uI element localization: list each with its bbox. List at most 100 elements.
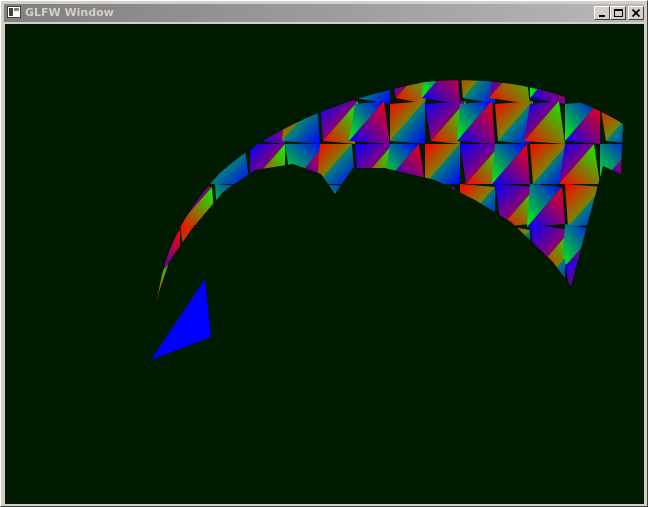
mesh-triangle (279, 230, 320, 270)
mesh-triangle (285, 258, 323, 298)
mesh-triangle (460, 258, 498, 298)
mesh-triangle (597, 258, 623, 298)
mesh-triangle (174, 101, 209, 141)
mesh-triangle (463, 258, 498, 302)
mesh-triangle (247, 80, 285, 104)
mesh-triangle (157, 80, 180, 104)
mesh-triangle (597, 258, 623, 302)
mesh-triangle (180, 144, 218, 184)
mesh-triangle (565, 80, 606, 98)
mesh-triangle (454, 230, 495, 270)
close-button[interactable] (628, 6, 644, 20)
mesh-triangle (489, 80, 530, 104)
mesh-triangle (212, 224, 247, 270)
mesh-triangle (215, 80, 256, 98)
mesh-triangle (530, 80, 565, 104)
mesh-triangle (489, 258, 530, 302)
mesh-triangle (221, 80, 256, 104)
mesh-triangle (594, 184, 623, 227)
mesh-triangle (174, 101, 215, 144)
mesh-triangle (215, 101, 250, 144)
mesh-triangle (495, 230, 530, 270)
mesh-triangle (285, 187, 320, 227)
mesh-triangle (571, 80, 606, 104)
mesh-triangle (597, 80, 623, 98)
opengl-viewport[interactable] (5, 24, 644, 504)
mesh-triangle (454, 224, 489, 270)
mesh-triangle (387, 224, 422, 270)
maximize-button[interactable] (610, 6, 626, 20)
window-title: GLFW Window (25, 6, 114, 19)
mesh-triangle (157, 230, 180, 270)
mesh-triangle (352, 187, 390, 227)
mesh-triangle (352, 184, 387, 227)
mesh-triangle (285, 80, 323, 98)
mesh-triangle (215, 258, 256, 298)
mesh-triangle (422, 258, 460, 302)
mesh-triangle (250, 224, 288, 270)
mesh-triangle (320, 224, 355, 270)
mesh-triangle (157, 258, 174, 298)
mesh-triangle (355, 258, 390, 302)
mesh-triangle (282, 101, 320, 144)
maximize-icon (614, 9, 623, 17)
mesh-triangle (425, 224, 463, 270)
mesh-triangle (428, 230, 463, 270)
mesh-triangle (390, 184, 428, 227)
mesh-triangle (253, 230, 288, 270)
mesh-triangle (565, 258, 606, 298)
mesh-triangle (157, 101, 183, 144)
mesh-triangle (314, 258, 355, 302)
close-icon (631, 8, 641, 18)
rendered-scene (151, 80, 623, 360)
mesh-triangle (215, 101, 250, 141)
mesh-triangle (422, 258, 457, 298)
title-bar[interactable]: GLFW Window (4, 4, 644, 22)
app-icon (7, 6, 21, 18)
mesh-triangle (489, 258, 524, 298)
mesh-triangle (314, 80, 355, 104)
mesh-triangle (288, 80, 323, 104)
mesh-triangle (157, 184, 186, 227)
gradient-mesh-surface (157, 80, 623, 302)
mesh-triangle (209, 144, 250, 184)
mesh-triangle (180, 80, 215, 98)
mesh-triangle (244, 187, 285, 227)
mesh-triangle (320, 230, 355, 270)
mesh-triangle (326, 187, 361, 227)
mesh-triangle (215, 184, 253, 227)
mesh-triangle (285, 184, 320, 227)
mesh-triangle (177, 187, 215, 227)
mesh-triangle (218, 187, 253, 227)
mesh-triangle (419, 184, 454, 227)
mesh-triangle (320, 184, 361, 227)
mesh-triangle (157, 144, 177, 184)
mesh-triangle (247, 258, 282, 298)
mesh-triangle (594, 187, 623, 227)
mesh-triangle (212, 230, 250, 270)
mesh-triangle (390, 258, 431, 298)
mesh-triangle (221, 258, 256, 302)
mesh-triangle (157, 187, 186, 227)
mesh-triangle (600, 224, 623, 270)
mesh-triangle (157, 80, 174, 98)
mesh-triangle (247, 258, 285, 302)
minimize-icon (599, 15, 605, 17)
mesh-triangle (180, 80, 215, 104)
mesh-triangle (314, 258, 349, 298)
mesh-triangle (393, 187, 428, 227)
mesh-triangle (603, 230, 623, 270)
mesh-triangle (244, 184, 279, 227)
glfw-window: GLFW Window (0, 0, 648, 507)
mesh-triangle (314, 80, 349, 98)
mesh-triangle (530, 258, 565, 302)
mesh-triangle (157, 101, 183, 141)
mesh-triangle (247, 80, 282, 98)
mesh-triangle (157, 144, 180, 184)
mesh-triangle (562, 224, 597, 270)
mesh-triangle (495, 224, 530, 270)
mesh-triangle (361, 230, 396, 270)
minimize-button[interactable] (594, 6, 610, 20)
blue-triangle (151, 279, 211, 360)
mesh-triangle (355, 258, 390, 298)
